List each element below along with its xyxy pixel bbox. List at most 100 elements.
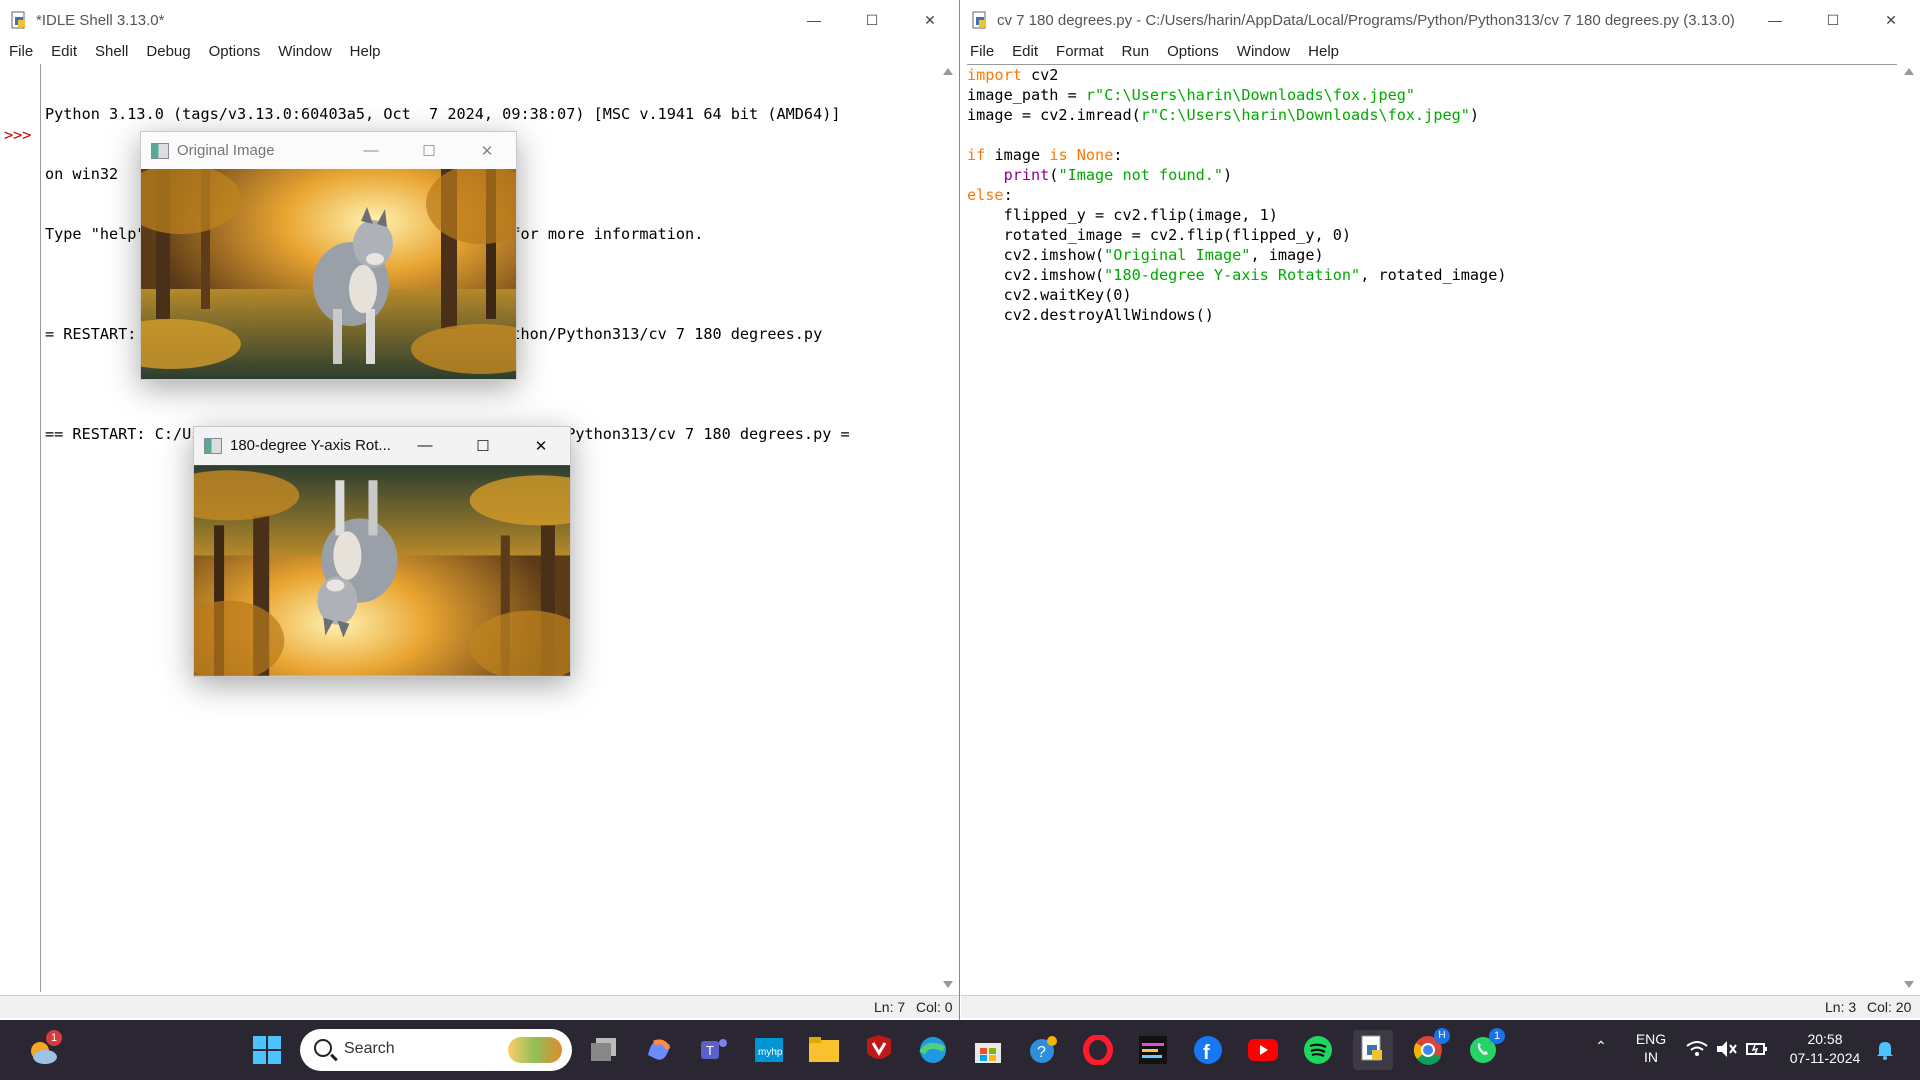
shell-statusbar: Ln: 7 Col: 0 [0, 995, 959, 1018]
chrome-icon[interactable]: H [1408, 1028, 1450, 1070]
file-explorer-icon[interactable] [804, 1030, 844, 1070]
maximize-icon[interactable]: ☐ [400, 132, 458, 169]
search-placeholder: Search [344, 1040, 395, 1057]
status-line: Ln: 3 [1825, 999, 1857, 1015]
scroll-up-icon[interactable] [943, 68, 953, 75]
shell-prompt-gutter: >>> [0, 64, 41, 992]
editor-title: cv 7 180 degrees.py - C:/Users/harin/App… [997, 11, 1735, 29]
copilot-icon[interactable] [639, 1030, 679, 1070]
clock[interactable]: 20:58 07-11-2024 [1780, 1030, 1870, 1068]
scroll-up-icon[interactable] [1904, 68, 1914, 75]
cv-titlebar[interactable]: Original Image — ☐ ✕ [141, 132, 516, 169]
close-icon[interactable]: ✕ [901, 0, 959, 40]
menu-edit[interactable]: Edit [42, 43, 86, 60]
code-line: image_path = r"C:\Users\harin\Downloads\… [967, 86, 1416, 104]
close-icon[interactable]: ✕ [1862, 0, 1920, 40]
python-file-icon [10, 11, 28, 29]
status-line: Ln: 7 [874, 999, 906, 1015]
start-icon[interactable] [247, 1030, 287, 1070]
youtube-icon[interactable] [1243, 1030, 1283, 1070]
minimize-icon[interactable]: — [1746, 0, 1804, 40]
editor-statusbar: Ln: 3 Col: 20 [961, 995, 1920, 1018]
shell-prompt: >>> [4, 126, 32, 144]
whatsapp-icon[interactable]: 1 [1463, 1028, 1505, 1070]
maximize-icon[interactable]: ☐ [454, 427, 512, 464]
opencv-window-icon [204, 437, 222, 454]
menu-file[interactable]: File [961, 43, 1003, 60]
notification-bell-icon[interactable] [1876, 1040, 1894, 1065]
shell-menubar: File Edit Shell Debug Options Window Hel… [0, 40, 959, 62]
code-editor[interactable]: import cv2 image_path = r"C:\Users\harin\… [967, 64, 1897, 993]
menu-edit[interactable]: Edit [1003, 43, 1047, 60]
show-hidden-icons-chevron-icon[interactable]: ⌃ [1592, 1038, 1610, 1058]
menu-options[interactable]: Options [200, 43, 270, 60]
close-icon[interactable]: ✕ [458, 132, 516, 169]
menu-format[interactable]: Format [1047, 43, 1113, 60]
rotated-image-window[interactable]: 180-degree Y-axis Rot... — ☐ ✕ [193, 426, 571, 677]
battery-icon[interactable] [1746, 1040, 1768, 1063]
shell-titlebar[interactable]: *IDLE Shell 3.13.0* — ☐ ✕ [0, 0, 959, 40]
language-code: ENG [1635, 1031, 1667, 1047]
menu-window[interactable]: Window [1228, 43, 1299, 60]
code-line: image = cv2.imread(r"C:\Users\harin\Down… [967, 106, 1480, 124]
close-icon[interactable]: ✕ [512, 427, 570, 464]
maximize-icon[interactable]: ☐ [1804, 0, 1862, 40]
cv-titlebar[interactable]: 180-degree Y-axis Rot... — ☐ ✕ [194, 427, 570, 464]
wifi-icon[interactable] [1686, 1040, 1708, 1063]
menu-debug[interactable]: Debug [137, 43, 199, 60]
minimize-icon[interactable]: — [785, 0, 843, 40]
search-highlight-icon [508, 1037, 562, 1063]
spotify-icon[interactable] [1298, 1030, 1338, 1070]
editor-scrollbar[interactable] [1901, 64, 1917, 992]
opencv-window-icon [151, 142, 169, 159]
menu-run[interactable]: Run [1113, 43, 1159, 60]
shell-scrollbar[interactable] [940, 64, 956, 992]
volume-muted-icon[interactable] [1716, 1040, 1738, 1063]
weather-icon[interactable]: 1 [22, 1030, 62, 1070]
search-icon [314, 1039, 332, 1057]
menu-help[interactable]: Help [341, 43, 390, 60]
myhp-icon[interactable]: myhp [749, 1030, 789, 1070]
svg-text:f: f [1203, 1042, 1210, 1064]
menu-help[interactable]: Help [1299, 43, 1348, 60]
region-code: IN [1644, 1049, 1658, 1065]
whatsapp-badge: 1 [1489, 1028, 1505, 1044]
python-file-icon [971, 11, 989, 29]
maximize-icon[interactable]: ☐ [843, 0, 901, 40]
cv-window-title: 180-degree Y-axis Rot... [230, 437, 391, 454]
windows-taskbar: 1 Search T myhp ? f H 1 ⌃ ENG IN 20:58 0… [0, 1020, 1920, 1080]
terminal-app-icon[interactable] [1133, 1030, 1173, 1070]
minimize-icon[interactable]: — [342, 132, 400, 169]
code-line: print("Image not found.") [1003, 166, 1233, 184]
menu-shell[interactable]: Shell [86, 43, 137, 60]
task-view-icon[interactable] [584, 1030, 624, 1070]
wolf-image [141, 169, 516, 379]
scroll-down-icon[interactable] [1904, 981, 1914, 988]
shell-title: *IDLE Shell 3.13.0* [36, 11, 165, 29]
code-line: flipped_y = cv2.flip(image, 1) [967, 206, 1278, 224]
weather-badge: 1 [46, 1030, 62, 1046]
language-indicator[interactable]: ENG IN [1628, 1030, 1674, 1066]
scroll-down-icon[interactable] [943, 981, 953, 988]
opera-icon[interactable] [1078, 1030, 1118, 1070]
original-image-window[interactable]: Original Image — ☐ ✕ [140, 131, 517, 380]
chrome-profile-badge: H [1434, 1028, 1450, 1044]
teams-icon[interactable]: T [694, 1030, 734, 1070]
help-icon[interactable]: ? [1023, 1030, 1063, 1070]
code-line: cv2.waitKey(0) [967, 286, 1132, 304]
mcafee-icon[interactable] [859, 1030, 899, 1070]
taskbar-search-box[interactable]: Search [300, 1029, 572, 1071]
code-line: else: [967, 186, 1013, 204]
editor-titlebar[interactable]: cv 7 180 degrees.py - C:/Users/harin/App… [961, 0, 1920, 40]
clock-date: 07-11-2024 [1789, 1050, 1861, 1066]
edge-icon[interactable] [913, 1030, 953, 1070]
code-line: cv2.destroyAllWindows() [967, 306, 1214, 324]
menu-options[interactable]: Options [1158, 43, 1228, 60]
facebook-icon[interactable]: f [1188, 1030, 1228, 1070]
menu-file[interactable]: File [0, 43, 42, 60]
menu-window[interactable]: Window [269, 43, 340, 60]
idle-icon[interactable] [1353, 1030, 1393, 1070]
microsoft-store-icon[interactable] [968, 1030, 1008, 1070]
minimize-icon[interactable]: — [396, 427, 454, 464]
